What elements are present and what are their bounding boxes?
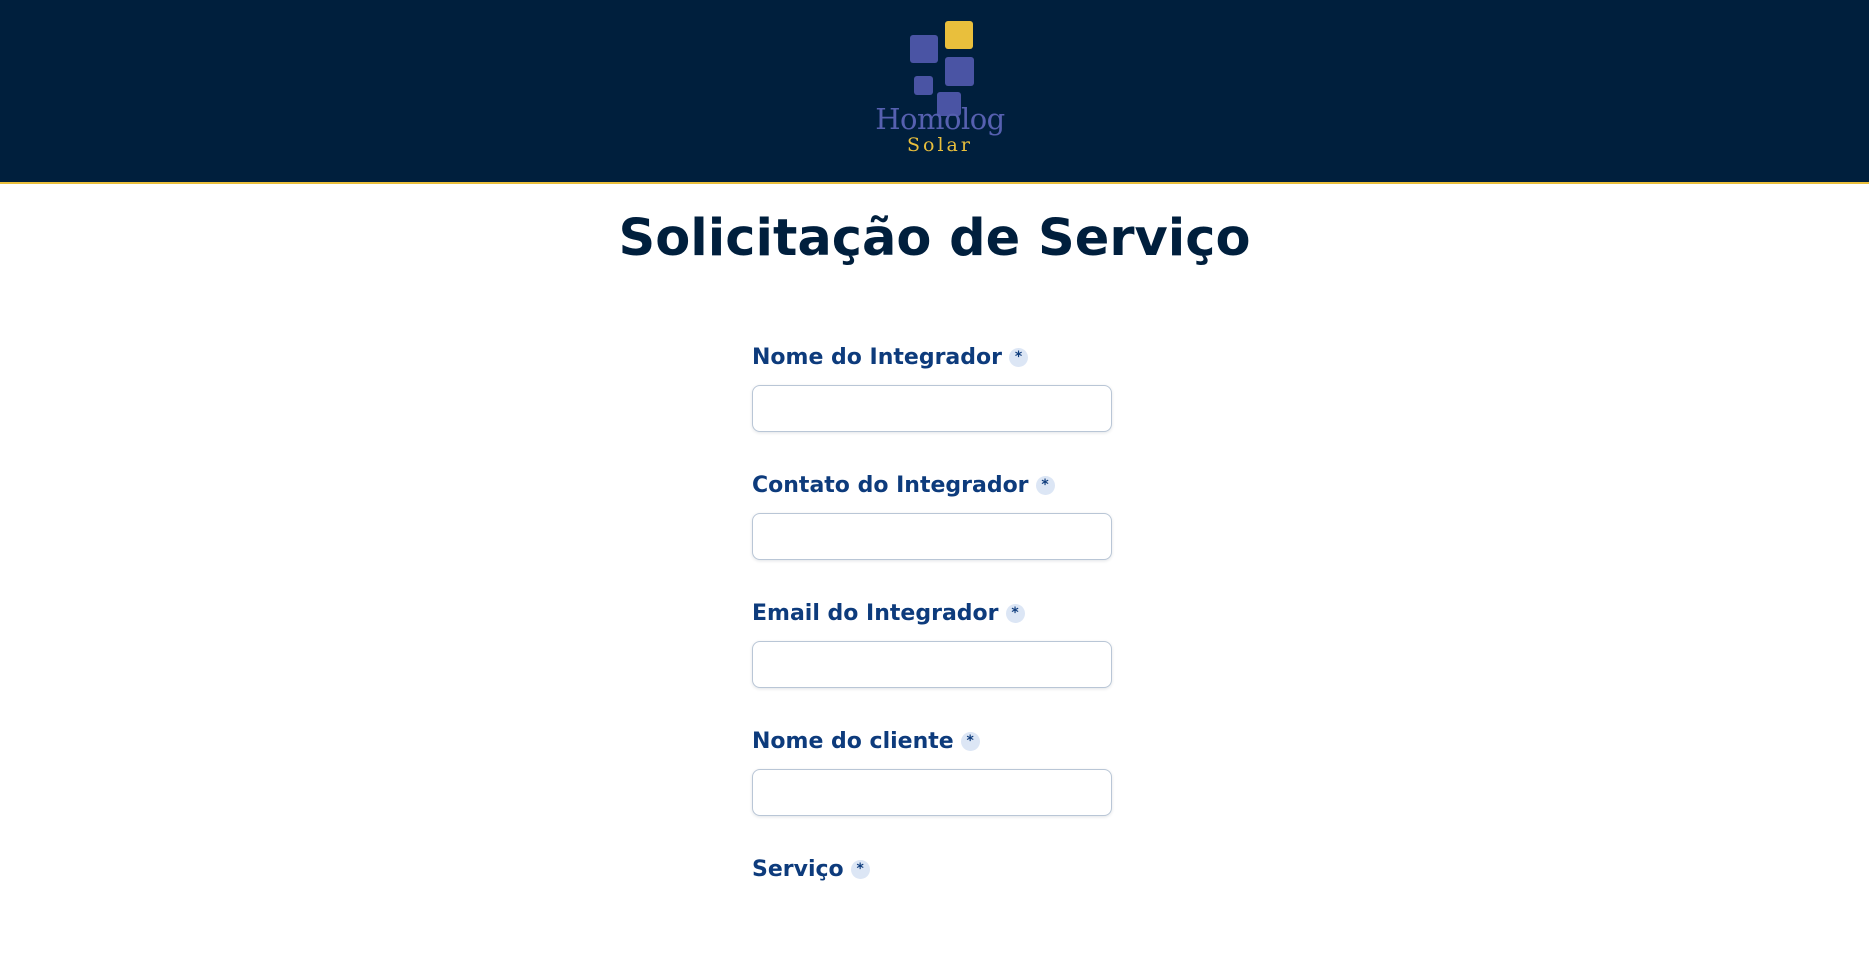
nome-cliente-label: Nome do cliente bbox=[752, 728, 954, 754]
field-label-row: Nome do cliente * bbox=[752, 724, 1112, 758]
required-asterisk-icon: * bbox=[1009, 347, 1028, 367]
service-request-form: Nome do Integrador * Contato do Integrad… bbox=[752, 340, 1112, 980]
field-label-row: Nome do Integrador * bbox=[752, 340, 1112, 374]
required-asterisk-icon: * bbox=[850, 859, 870, 879]
field-label-row: Email do Integrador * bbox=[752, 596, 1112, 630]
required-asterisk-icon: * bbox=[1005, 603, 1025, 623]
field-label-row: Contato do Integrador * bbox=[752, 468, 1112, 502]
required-asterisk-icon: * bbox=[960, 731, 980, 751]
page-title: Solicitação de Serviço bbox=[618, 209, 1251, 268]
field-nome-integrador: Nome do Integrador * bbox=[752, 340, 1112, 468]
servico-label: Serviço bbox=[752, 856, 844, 882]
contato-integrador-input[interactable] bbox=[752, 513, 1112, 560]
logo-square-yellow bbox=[945, 21, 973, 49]
homolog-solar-logo[interactable]: Homolog Solar bbox=[875, 18, 1005, 163]
field-label-row: Serviço * bbox=[752, 852, 1112, 886]
field-nome-cliente: Nome do cliente * bbox=[752, 724, 1112, 852]
contato-integrador-label: Contato do Integrador bbox=[752, 472, 1029, 498]
nome-cliente-input[interactable] bbox=[752, 769, 1112, 816]
email-integrador-label: Email do Integrador bbox=[752, 600, 999, 626]
required-asterisk-icon: * bbox=[1035, 475, 1055, 495]
logo-square-small bbox=[914, 76, 933, 95]
logo-square-large bbox=[910, 35, 938, 63]
nome-integrador-input[interactable] bbox=[752, 385, 1112, 432]
email-integrador-input[interactable] bbox=[752, 641, 1112, 688]
nome-integrador-label: Nome do Integrador bbox=[752, 344, 1002, 370]
field-servico: Serviço * bbox=[752, 852, 1112, 980]
field-contato-integrador: Contato do Integrador * bbox=[752, 468, 1112, 596]
logo-wordmark-homolog: Homolog bbox=[875, 102, 1005, 136]
field-email-integrador: Email do Integrador * bbox=[752, 596, 1112, 724]
site-header: Homolog Solar bbox=[0, 0, 1869, 184]
logo-square-medium bbox=[945, 57, 974, 86]
logo-wordmark-solar: Solar bbox=[907, 134, 973, 156]
